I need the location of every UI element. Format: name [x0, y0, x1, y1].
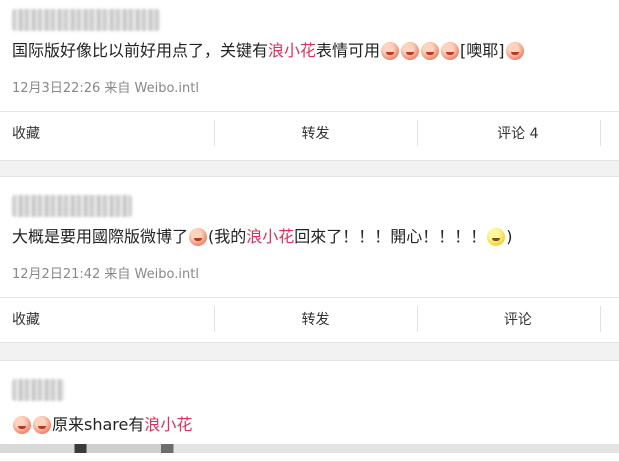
favorite-button[interactable]: 收藏: [0, 112, 214, 154]
topic-highlight[interactable]: 浪小花: [144, 415, 192, 434]
action-bar: 收藏 转发 评论: [0, 297, 619, 340]
comment-card: 国际版好像比以前好用点了，关键有浪小花表情可用 [噢耶] 12月3日22:26 来…: [0, 0, 619, 161]
topic-highlight[interactable]: 浪小花: [268, 41, 316, 60]
attached-image-preview[interactable]: [0, 444, 619, 453]
comment-card: 大概是要用國際版微博了 (我的浪小花回來了！！！開心！！！！) 12月2日21:4…: [0, 176, 619, 343]
source-label: 来自 Weibo.intl: [104, 81, 199, 96]
comment-meta: 12月2日21:42 来自 Weibo.intl: [12, 263, 199, 282]
emoticon-icon: [381, 42, 400, 60]
repost-button[interactable]: 转发: [214, 112, 416, 154]
emoticon-icon: [441, 42, 460, 60]
repost-button[interactable]: 转发: [214, 298, 416, 340]
comment-text: 国际版好像比以前好用点了，关键有浪小花表情可用 [噢耶]: [12, 40, 525, 62]
comment-button[interactable]: 评论: [416, 298, 619, 340]
blurred-username[interactable]: [12, 9, 160, 31]
emoticon-icon: [401, 42, 420, 60]
emoticon-icon: [421, 42, 440, 60]
comment-text: 原来share有浪小花: [12, 414, 192, 436]
timestamp: 12月3日22:26: [12, 81, 101, 96]
blurred-username[interactable]: [12, 379, 64, 401]
timestamp: 12月2日21:42: [12, 267, 101, 282]
comment-text: 大概是要用國際版微博了 (我的浪小花回來了！！！開心！！！！): [12, 227, 513, 246]
action-bar: 收藏 转发 评论 4: [0, 111, 619, 154]
emoticon-icon: [33, 416, 51, 434]
topic-highlight[interactable]: 浪小花: [246, 227, 294, 246]
comment-button[interactable]: 评论 4: [416, 112, 619, 154]
emoticon-icon: [189, 228, 208, 246]
source-label: 来自 Weibo.intl: [104, 267, 199, 282]
favorite-button[interactable]: 收藏: [0, 298, 214, 340]
blurred-username[interactable]: [12, 195, 132, 217]
emoticon-icon: [505, 42, 524, 60]
smiley-icon: [487, 228, 506, 246]
comment-meta: 12月3日22:26 来自 Weibo.intl: [12, 77, 199, 96]
weibo-comment-feed: 国际版好像比以前好用点了，关键有浪小花表情可用 [噢耶] 12月3日22:26 来…: [0, 0, 619, 462]
emoticon-icon: [13, 416, 31, 434]
